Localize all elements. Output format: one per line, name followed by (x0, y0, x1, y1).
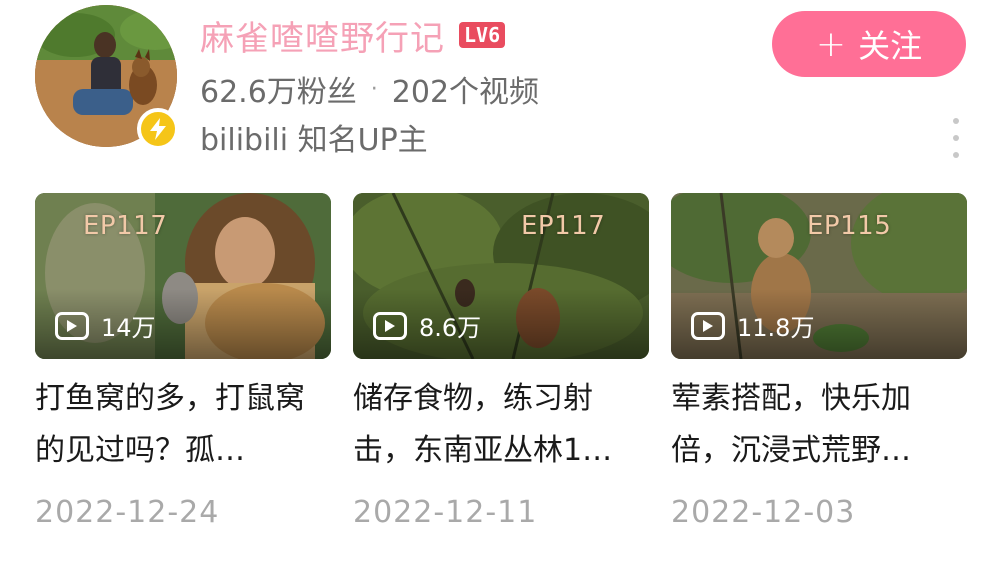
video-title[interactable]: 储存食物，练习射击，东南亚丛林1… (353, 373, 643, 477)
episode-label: EP117 (521, 211, 606, 241)
vertical-ellipsis-icon[interactable] (944, 118, 968, 158)
video-card-1[interactable]: EP117 14万 打鱼窝的多，打鼠窝的见过吗？孤… 2022-12-24 (35, 193, 331, 530)
up-description: bilibili 知名UP主 (200, 123, 428, 158)
up-name[interactable]: 麻雀喳喳野行记 (200, 11, 445, 60)
video-title[interactable]: 打鱼窝的多，打鼠窝的见过吗？孤… (35, 373, 325, 477)
play-count-value: 11.8万 (737, 314, 815, 342)
stats-row: 62.6万粉丝 · 202个视频 (200, 68, 539, 110)
follow-label: 关注 (858, 27, 923, 65)
play-count-value: 14万 (101, 314, 156, 342)
video-card-3[interactable]: EP115 11.8万 荤素搭配，快乐加倍，沉浸式荒野… 2022-12-03 (671, 193, 967, 530)
video-date: 2022-12-24 (35, 495, 220, 530)
video-title[interactable]: 荤素搭配，快乐加倍，沉浸式荒野… (671, 373, 961, 477)
level-badge: LV6 (459, 22, 506, 48)
fans-count: 62.6万粉丝 (200, 75, 357, 110)
up-card: 麻雀喳喳野行记 LV6 62.6万粉丝 · 202个视频 bilibili 知名… (0, 0, 1000, 566)
video-date: 2022-12-11 (353, 495, 538, 530)
lightning-bolt-icon (150, 118, 166, 140)
verified-badge (137, 108, 179, 150)
video-date: 2022-12-03 (671, 495, 856, 530)
video-card-2[interactable]: EP117 8.6万 储存食物，练习射击，东南亚丛林1… 2022-12-11 (353, 193, 649, 530)
stats-separator: · (370, 76, 378, 102)
play-icon (55, 311, 89, 340)
play-count: 14万 (55, 308, 156, 343)
videos-count: 202个视频 (391, 75, 540, 110)
name-row: 麻雀喳喳野行记 LV6 (200, 11, 506, 60)
play-count: 8.6万 (373, 308, 481, 343)
episode-label: EP117 (83, 211, 168, 241)
play-icon (691, 311, 725, 340)
follow-button[interactable]: + 关注 (772, 11, 966, 77)
video-thumbnail[interactable]: EP117 14万 (35, 193, 331, 359)
plus-icon: + (815, 23, 847, 65)
video-thumbnail[interactable]: EP115 11.8万 (671, 193, 967, 359)
play-icon (373, 311, 407, 340)
play-count-value: 8.6万 (419, 314, 482, 342)
video-thumbnail[interactable]: EP117 8.6万 (353, 193, 649, 359)
episode-label: EP115 (807, 211, 892, 241)
play-count: 11.8万 (691, 308, 814, 343)
